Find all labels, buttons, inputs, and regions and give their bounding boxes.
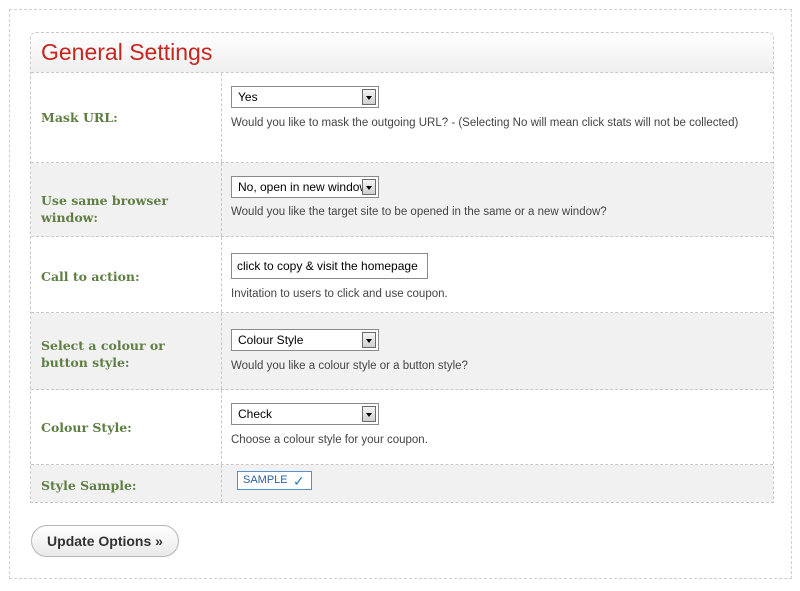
style-type-select-value: Colour Style — [238, 333, 304, 347]
mask-url-description: Would you like to mask the outgoing URL?… — [231, 117, 739, 129]
settings-row-browser-window: Use same browser window: No, open in new… — [31, 163, 773, 237]
style-type-label: Select a colour or button style: — [41, 338, 165, 370]
column-divider — [221, 313, 222, 389]
panel-title: General Settings — [41, 39, 213, 65]
style-sample-preview: SAMPLE ✓ — [237, 471, 312, 490]
browser-window-label: Use same browser window: — [41, 193, 168, 225]
update-options-button[interactable]: Update Options » — [31, 525, 179, 557]
browser-window-select-value: No, open in new window — [238, 180, 369, 194]
style-type-description: Would you like a colour style or a butto… — [231, 360, 468, 372]
browser-window-select[interactable]: No, open in new window — [231, 176, 379, 198]
column-divider — [221, 237, 222, 312]
colour-style-select[interactable]: Check — [231, 403, 379, 425]
call-to-action-label: Call to action: — [41, 269, 140, 284]
checkmark-icon: ✓ — [293, 473, 305, 489]
settings-row-call-to-action: Call to action: Invitation to users to c… — [31, 237, 773, 313]
column-divider — [221, 465, 222, 502]
mask-url-label: Mask URL: — [41, 110, 118, 125]
colour-style-description: Choose a colour style for your coupon. — [231, 434, 428, 446]
call-to-action-description: Invitation to users to click and use cou… — [231, 288, 448, 300]
colour-style-select-value: Check — [238, 407, 273, 421]
mask-url-select-value: Yes — [238, 90, 258, 104]
colour-style-label: Colour Style: — [41, 420, 132, 435]
chevron-down-icon[interactable] — [362, 332, 376, 348]
chevron-down-icon[interactable] — [362, 179, 376, 195]
mask-url-select[interactable]: Yes — [231, 86, 379, 108]
browser-window-description: Would you like the target site to be ope… — [231, 206, 607, 218]
panel-header: General Settings — [31, 33, 773, 73]
call-to-action-input[interactable] — [231, 253, 428, 279]
settings-row-mask-url: Mask URL: Yes Would you like to mask the… — [31, 73, 773, 163]
column-divider — [221, 73, 222, 162]
style-sample-label: Style Sample: — [41, 478, 137, 493]
column-divider — [221, 390, 222, 464]
sample-text: SAMPLE — [243, 474, 288, 486]
general-settings-panel: General Settings Mask URL: Yes Would you… — [30, 32, 774, 503]
settings-row-style-sample: Style Sample: SAMPLE ✓ — [31, 465, 773, 502]
style-type-select[interactable]: Colour Style — [231, 329, 379, 351]
settings-row-style-type: Select a colour or button style: Colour … — [31, 313, 773, 390]
chevron-down-icon[interactable] — [362, 89, 376, 105]
chevron-down-icon[interactable] — [362, 406, 376, 422]
settings-row-colour-style: Colour Style: Check Choose a colour styl… — [31, 390, 773, 465]
column-divider — [221, 163, 222, 236]
